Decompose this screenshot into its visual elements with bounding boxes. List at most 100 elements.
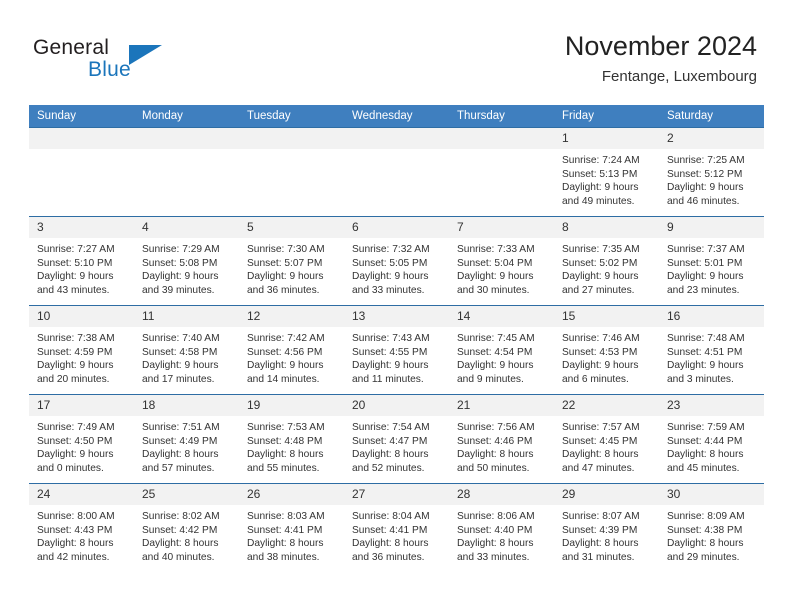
day-number: 22 [554, 395, 659, 417]
day-number: 7 [449, 217, 554, 239]
day-details: Sunrise: 7:42 AM Sunset: 4:56 PM Daylight:… [239, 328, 344, 386]
day-number: 18 [134, 395, 239, 417]
daylight-text: Daylight: 9 hours and 49 minutes. [562, 182, 639, 207]
calendar-day-cell[interactable]: 5 Sunrise: 7:30 AM Sunset: 5:07 PM Daylight… [239, 216, 344, 306]
sunrise-text: Sunrise: 8:07 AM [562, 511, 640, 522]
day-number: 28 [449, 484, 554, 506]
daylight-text: Daylight: 9 hours and 23 minutes. [667, 271, 744, 296]
page-header: General Blue November 2024 Fentange, Lux… [0, 0, 792, 104]
calendar-day-cell[interactable]: 6 Sunrise: 7:32 AM Sunset: 5:05 PM Daylight… [344, 216, 449, 306]
calendar-day-cell[interactable]: 21 Sunrise: 7:56 AM Sunset: 4:46 PM Dayligh… [449, 394, 554, 484]
sunrise-text: Sunrise: 7:42 AM [247, 333, 325, 344]
daylight-text: Daylight: 8 hours and 52 minutes. [352, 449, 429, 474]
triangle-icon [129, 45, 162, 65]
calendar-day-cell[interactable]: 11 Sunrise: 7:40 AM Sunset: 4:58 PM Dayligh… [134, 305, 239, 395]
daylight-text: Daylight: 8 hours and 55 minutes. [247, 449, 324, 474]
sunset-text: Sunset: 4:58 PM [142, 346, 218, 358]
sunset-text: Sunset: 5:12 PM [667, 168, 743, 180]
sunset-text: Sunset: 4:45 PM [562, 435, 638, 447]
calendar-day-cell[interactable]: 27 Sunrise: 8:04 AM Sunset: 4:41 PM Dayligh… [344, 483, 449, 572]
daylight-text: Daylight: 8 hours and 36 minutes. [352, 538, 429, 563]
calendar-day-cell[interactable]: 18 Sunrise: 7:51 AM Sunset: 4:49 PM Dayligh… [134, 394, 239, 484]
sunrise-text: Sunrise: 7:57 AM [562, 422, 640, 433]
day-number: 2 [659, 128, 764, 150]
sunrise-text: Sunrise: 7:51 AM [142, 422, 220, 433]
calendar-header-row: Sunday Monday Tuesday Wednesday Thursday… [29, 105, 764, 128]
sunset-text: Sunset: 4:40 PM [457, 524, 533, 536]
day-details: Sunrise: 7:38 AM Sunset: 4:59 PM Daylight:… [29, 328, 134, 386]
day-details: Sunrise: 7:53 AM Sunset: 4:48 PM Daylight:… [239, 417, 344, 475]
day-number: 13 [344, 306, 449, 328]
sunset-text: Sunset: 4:46 PM [457, 435, 533, 447]
day-number: 1 [554, 128, 659, 150]
calendar-day-cell[interactable]: 20 Sunrise: 7:54 AM Sunset: 4:47 PM Dayligh… [344, 394, 449, 484]
calendar-day-cell[interactable]: 2 Sunrise: 7:25 AM Sunset: 5:12 PM Daylight… [659, 127, 764, 217]
page-subtitle: Fentange, Luxembourg [601, 68, 757, 85]
calendar-day-cell-empty [344, 127, 449, 217]
logo-text-general: General [33, 36, 110, 59]
sunset-text: Sunset: 5:07 PM [247, 257, 323, 269]
day-number: 27 [344, 484, 449, 506]
sunset-text: Sunset: 4:43 PM [37, 524, 113, 536]
daylight-text: Daylight: 8 hours and 29 minutes. [667, 538, 744, 563]
calendar-day-cell[interactable]: 1 Sunrise: 7:24 AM Sunset: 5:13 PM Daylight… [554, 127, 659, 217]
calendar-day-cell[interactable]: 23 Sunrise: 7:59 AM Sunset: 4:44 PM Dayligh… [659, 394, 764, 484]
daylight-text: Daylight: 8 hours and 47 minutes. [562, 449, 639, 474]
calendar-grid: Sunday Monday Tuesday Wednesday Thursday… [29, 105, 764, 572]
calendar-day-cell[interactable]: 16 Sunrise: 7:48 AM Sunset: 4:51 PM Dayligh… [659, 305, 764, 395]
calendar-day-cell[interactable]: 15 Sunrise: 7:46 AM Sunset: 4:53 PM Dayligh… [554, 305, 659, 395]
calendar-day-cell[interactable]: 14 Sunrise: 7:45 AM Sunset: 4:54 PM Dayligh… [449, 305, 554, 395]
calendar-day-cell[interactable]: 28 Sunrise: 8:06 AM Sunset: 4:40 PM Dayligh… [449, 483, 554, 572]
sunrise-text: Sunrise: 7:48 AM [667, 333, 745, 344]
day-number: 25 [134, 484, 239, 506]
sunset-text: Sunset: 4:51 PM [667, 346, 743, 358]
sunrise-text: Sunrise: 7:37 AM [667, 244, 745, 255]
day-number: 24 [29, 484, 134, 506]
calendar-day-cell[interactable]: 22 Sunrise: 7:57 AM Sunset: 4:45 PM Dayligh… [554, 394, 659, 484]
sunset-text: Sunset: 4:55 PM [352, 346, 428, 358]
calendar-day-cell[interactable]: 7 Sunrise: 7:33 AM Sunset: 5:04 PM Daylight… [449, 216, 554, 306]
day-details: Sunrise: 7:37 AM Sunset: 5:01 PM Daylight:… [659, 239, 764, 297]
calendar-day-cell[interactable]: 25 Sunrise: 8:02 AM Sunset: 4:42 PM Dayligh… [134, 483, 239, 572]
calendar-day-cell[interactable]: 30 Sunrise: 8:09 AM Sunset: 4:38 PM Dayligh… [659, 483, 764, 572]
day-details: Sunrise: 8:07 AM Sunset: 4:39 PM Daylight:… [554, 506, 659, 564]
daylight-text: Daylight: 9 hours and 43 minutes. [37, 271, 114, 296]
calendar-day-cell[interactable]: 10 Sunrise: 7:38 AM Sunset: 4:59 PM Dayligh… [29, 305, 134, 395]
title-block: November 2024 Fentange, Luxembourg [565, 30, 757, 87]
calendar-day-cell[interactable]: 24 Sunrise: 8:00 AM Sunset: 4:43 PM Dayligh… [29, 483, 134, 572]
calendar-day-cell[interactable]: 26 Sunrise: 8:03 AM Sunset: 4:41 PM Dayligh… [239, 483, 344, 572]
calendar-day-cell[interactable]: 29 Sunrise: 8:07 AM Sunset: 4:39 PM Dayligh… [554, 483, 659, 572]
day-details: Sunrise: 7:46 AM Sunset: 4:53 PM Daylight:… [554, 328, 659, 386]
sunrise-text: Sunrise: 7:59 AM [667, 422, 745, 433]
calendar-day-cell[interactable]: 13 Sunrise: 7:43 AM Sunset: 4:55 PM Dayligh… [344, 305, 449, 395]
calendar-day-cell[interactable]: 19 Sunrise: 7:53 AM Sunset: 4:48 PM Dayligh… [239, 394, 344, 484]
calendar-day-cell[interactable]: 9 Sunrise: 7:37 AM Sunset: 5:01 PM Daylight… [659, 216, 764, 306]
daylight-text: Daylight: 9 hours and 6 minutes. [562, 360, 639, 385]
sunrise-text: Sunrise: 8:04 AM [352, 511, 430, 522]
sunrise-text: Sunrise: 7:49 AM [37, 422, 115, 433]
daylight-text: Daylight: 9 hours and 17 minutes. [142, 360, 219, 385]
calendar-day-cell-empty [239, 127, 344, 217]
sunrise-text: Sunrise: 7:29 AM [142, 244, 220, 255]
calendar-day-cell[interactable]: 4 Sunrise: 7:29 AM Sunset: 5:08 PM Daylight… [134, 216, 239, 306]
calendar-day-cell[interactable]: 3 Sunrise: 7:27 AM Sunset: 5:10 PM Daylight… [29, 216, 134, 306]
daylight-text: Daylight: 8 hours and 45 minutes. [667, 449, 744, 474]
calendar-day-cell[interactable]: 12 Sunrise: 7:42 AM Sunset: 4:56 PM Dayligh… [239, 305, 344, 395]
sunrise-text: Sunrise: 7:45 AM [457, 333, 535, 344]
calendar-page: General Blue November 2024 Fentange, Lux… [0, 0, 792, 612]
day-details: Sunrise: 7:51 AM Sunset: 4:49 PM Daylight:… [134, 417, 239, 475]
day-number: 3 [29, 217, 134, 239]
sunrise-text: Sunrise: 8:06 AM [457, 511, 535, 522]
calendar-day-cell[interactable]: 8 Sunrise: 7:35 AM Sunset: 5:02 PM Daylight… [554, 216, 659, 306]
calendar-day-cell[interactable]: 17 Sunrise: 7:49 AM Sunset: 4:50 PM Dayligh… [29, 394, 134, 484]
weekday-header-wednesday: Wednesday [344, 105, 449, 128]
daylight-text: Daylight: 9 hours and 3 minutes. [667, 360, 744, 385]
weekday-header-monday: Monday [134, 105, 239, 128]
general-blue-logo[interactable]: General Blue [33, 36, 213, 88]
day-number: 12 [239, 306, 344, 328]
day-details: Sunrise: 7:49 AM Sunset: 4:50 PM Daylight:… [29, 417, 134, 475]
day-number: 17 [29, 395, 134, 417]
daylight-text: Daylight: 8 hours and 33 minutes. [457, 538, 534, 563]
day-number [344, 128, 449, 150]
sunset-text: Sunset: 5:05 PM [352, 257, 428, 269]
